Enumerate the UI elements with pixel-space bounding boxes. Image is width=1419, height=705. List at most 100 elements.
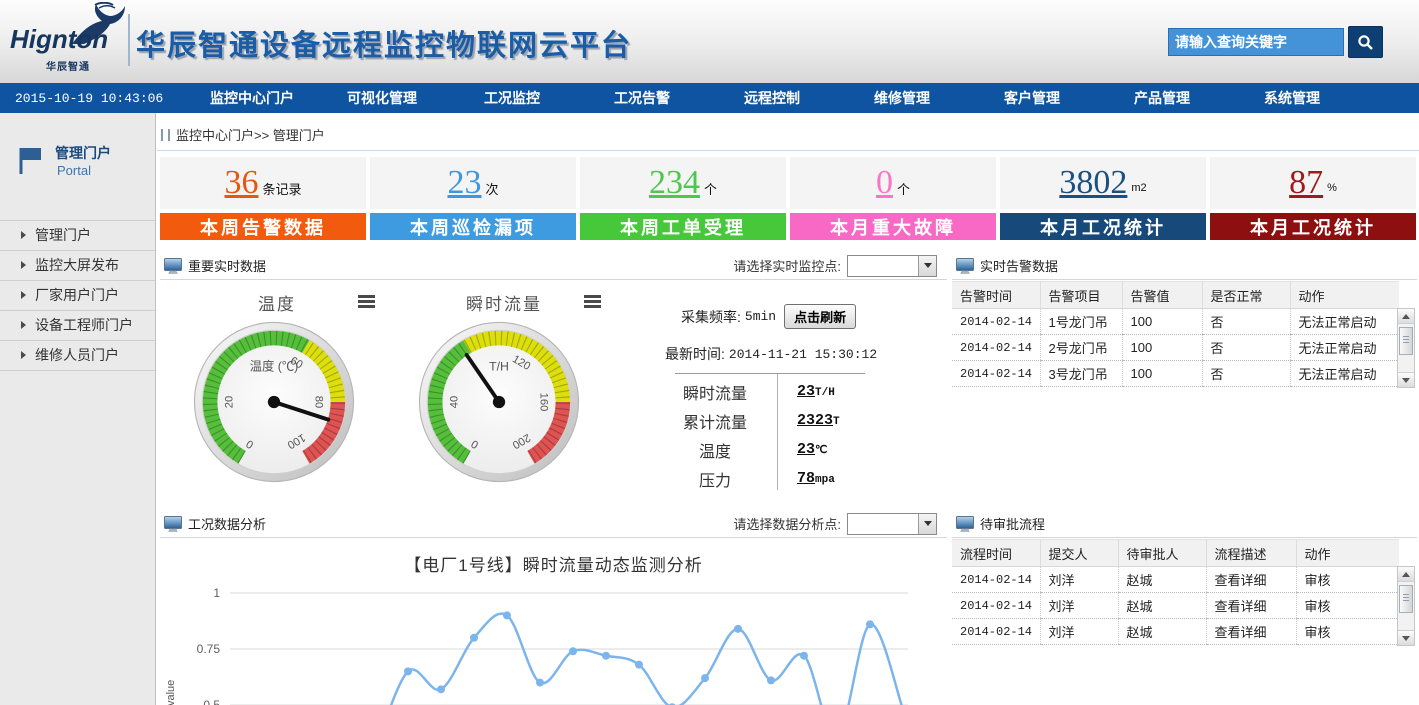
stat-value-link[interactable]: 87 bbox=[1289, 164, 1323, 202]
nav-item-maintenance[interactable]: 维修管理 bbox=[837, 88, 967, 108]
stat-value-box: 234 个 bbox=[580, 157, 786, 209]
frequency-row: 采集频率: 5min 点击刷新 bbox=[681, 304, 943, 329]
table-row: 2014-02-14 刘洋 赵城 查看详细 审核 bbox=[952, 619, 1399, 645]
reading-unit: T/H bbox=[815, 387, 835, 399]
approvals-scrollbar[interactable] bbox=[1397, 566, 1415, 646]
cell-submitter: 刘洋 bbox=[1040, 593, 1118, 619]
reading-value[interactable]: 23 bbox=[797, 383, 815, 400]
search-button[interactable] bbox=[1348, 26, 1383, 58]
search-input[interactable] bbox=[1168, 28, 1344, 56]
stat-value-link[interactable]: 0 bbox=[876, 164, 893, 202]
breadcrumb-rule bbox=[157, 150, 1419, 151]
stat-value-box: 23 次 bbox=[370, 157, 576, 209]
stat-value-link[interactable]: 36 bbox=[224, 164, 258, 202]
nav-item-monitor-center[interactable]: 监控中心门户 bbox=[187, 88, 317, 108]
nav-item-customer[interactable]: 客户管理 bbox=[967, 88, 1097, 108]
stat-label: 本月工况统计 bbox=[1210, 213, 1416, 240]
dropdown-button[interactable] bbox=[918, 256, 936, 276]
cell-alarm-value: 100 bbox=[1122, 361, 1202, 387]
temperature-gauge: 0 20 60 80 100 温度 (℃) bbox=[190, 318, 358, 486]
cell-alarm-item: 1号龙门吊 bbox=[1040, 309, 1122, 335]
cell-approver: 赵城 bbox=[1118, 593, 1206, 619]
alarms-scrollbar[interactable] bbox=[1397, 308, 1415, 388]
nav-item-visualization[interactable]: 可视化管理 bbox=[317, 88, 447, 108]
stats-row: 36 条记录 本周告警数据 23 次 本周巡检漏项 234 个 本周工单受理 bbox=[160, 157, 1416, 240]
cell-alarm-time: 2014-02-14 bbox=[952, 309, 1040, 335]
table-header-row: 流程时间 提交人 待审批人 流程描述 动作 bbox=[952, 540, 1399, 567]
monitor-point-select[interactable] bbox=[847, 255, 937, 277]
column-header: 动作 bbox=[1296, 540, 1399, 567]
cell-detail-link[interactable]: 查看详细 bbox=[1206, 567, 1296, 593]
scroll-down-icon bbox=[1402, 378, 1410, 383]
svg-text:0.5: 0.5 bbox=[203, 698, 220, 705]
stat-card-monthly-condition-pct: 87 % 本月工况统计 bbox=[1210, 157, 1416, 240]
stat-value-link[interactable]: 23 bbox=[447, 164, 481, 202]
realtime-panel: 重要实时数据 请选择实时监控点: 温度 瞬时流量 bbox=[160, 252, 947, 506]
scrollbar-thumb[interactable] bbox=[1399, 327, 1413, 355]
alarms-panel-header: 实时告警数据 bbox=[952, 252, 1417, 280]
stat-value-link[interactable]: 234 bbox=[649, 164, 700, 202]
stat-unit: 个 bbox=[704, 179, 717, 198]
column-header: 告警项目 bbox=[1040, 282, 1122, 309]
breadcrumb-text[interactable]: 监控中心门户>> 管理门户 bbox=[176, 125, 325, 144]
reading-value[interactable]: 23 bbox=[797, 441, 815, 458]
thumb-grip-icon bbox=[1403, 594, 1409, 602]
panel-title: 重要实时数据 bbox=[188, 256, 266, 275]
stat-label: 本周巡检漏项 bbox=[370, 213, 576, 240]
search-icon bbox=[1357, 34, 1374, 51]
sidebar-item-label: 监控大屏发布 bbox=[35, 257, 119, 273]
column-header: 流程时间 bbox=[952, 540, 1040, 567]
stat-unit: 条记录 bbox=[262, 179, 301, 198]
cell-audit-link[interactable]: 审核 bbox=[1296, 567, 1399, 593]
latest-time-label: 最新时间: bbox=[665, 344, 725, 364]
reading-label: 压力 bbox=[665, 467, 765, 491]
refresh-button[interactable]: 点击刷新 bbox=[784, 304, 856, 329]
scroll-down-button[interactable] bbox=[1398, 630, 1414, 645]
logo-subtext: 华辰智通 bbox=[46, 58, 90, 73]
stat-label: 本周工单受理 bbox=[580, 213, 786, 240]
flow-gauge: 0 40 120 160 200 T/H bbox=[415, 318, 583, 486]
cell-alarm-value: 100 bbox=[1122, 335, 1202, 361]
gauge-tick-label: 80 bbox=[312, 396, 324, 408]
cell-detail-link[interactable]: 查看详细 bbox=[1206, 619, 1296, 645]
cell-audit-link[interactable]: 审核 bbox=[1296, 593, 1399, 619]
nav-item-remote-control[interactable]: 远程控制 bbox=[707, 88, 837, 108]
sidebar-item-admin-portal[interactable]: 管理门户 bbox=[0, 220, 155, 251]
sidebar-item-label: 维修人员门户 bbox=[35, 347, 119, 363]
arrow-right-icon bbox=[21, 291, 26, 299]
panel-title: 待审批流程 bbox=[980, 514, 1045, 533]
stat-unit: % bbox=[1327, 182, 1337, 194]
sidebar-item-engineer-portal[interactable]: 设备工程师门户 bbox=[0, 311, 155, 341]
nav-item-system[interactable]: 系统管理 bbox=[1227, 88, 1357, 108]
gauge-menu-icon[interactable] bbox=[358, 295, 375, 310]
sidebar-item-vendor-portal[interactable]: 厂家用户门户 bbox=[0, 281, 155, 311]
nav-item-condition-alarm[interactable]: 工况告警 bbox=[577, 88, 707, 108]
reading-value[interactable]: 78 bbox=[797, 470, 815, 487]
scroll-down-button[interactable] bbox=[1398, 372, 1414, 387]
scroll-up-button[interactable] bbox=[1398, 567, 1414, 582]
gauge-tick-label: 160 bbox=[537, 393, 549, 412]
cell-detail-link[interactable]: 查看详细 bbox=[1206, 593, 1296, 619]
gauge-tick-label: 20 bbox=[224, 396, 236, 408]
sidebar-item-label: 设备工程师门户 bbox=[35, 317, 133, 333]
chevron-down-icon bbox=[924, 263, 932, 268]
reading-value[interactable]: 2323 bbox=[797, 412, 833, 429]
svg-text:0.75: 0.75 bbox=[197, 642, 221, 656]
cell-flow-time: 2014-02-14 bbox=[952, 593, 1040, 619]
sidebar-item-big-screen[interactable]: 监控大屏发布 bbox=[0, 251, 155, 281]
nav-item-product[interactable]: 产品管理 bbox=[1097, 88, 1227, 108]
stat-value-link[interactable]: 3802 bbox=[1059, 164, 1127, 202]
stat-card-weekly-orders: 234 个 本周工单受理 bbox=[580, 157, 786, 240]
scrollbar-thumb[interactable] bbox=[1399, 585, 1413, 613]
gauge-menu-icon[interactable] bbox=[584, 295, 601, 310]
svg-text:value: value bbox=[165, 680, 177, 705]
scroll-up-button[interactable] bbox=[1398, 309, 1414, 324]
column-header: 待审批人 bbox=[1118, 540, 1206, 567]
approvals-panel-header: 待审批流程 bbox=[952, 510, 1417, 538]
dropdown-button[interactable] bbox=[918, 514, 936, 534]
sidebar-item-repair-portal[interactable]: 维修人员门户 bbox=[0, 341, 155, 371]
analysis-point-select[interactable] bbox=[847, 513, 937, 535]
cell-audit-link[interactable]: 审核 bbox=[1296, 619, 1399, 645]
frequency-value: 5min bbox=[745, 309, 776, 324]
nav-item-condition-monitor[interactable]: 工况监控 bbox=[447, 88, 577, 108]
